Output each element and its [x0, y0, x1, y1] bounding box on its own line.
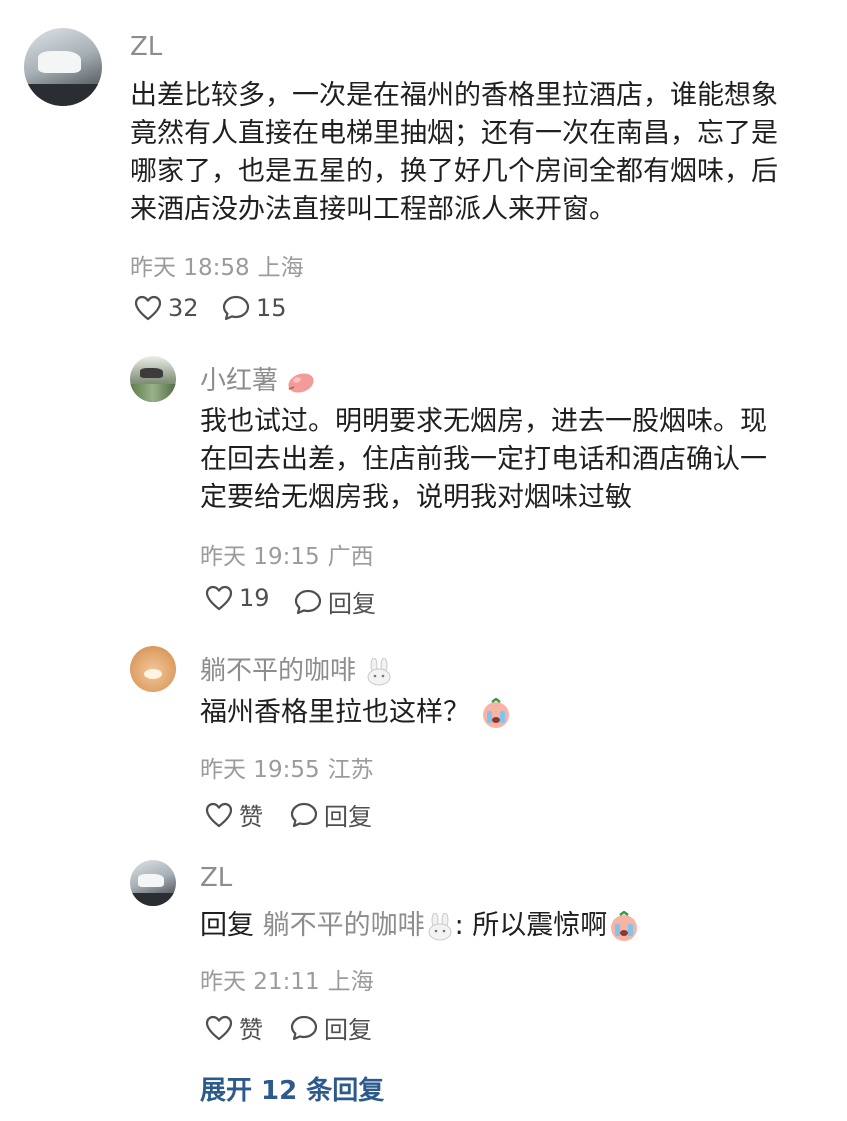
author-name: 躺不平的咖啡	[200, 656, 357, 686]
speech-bubble-icon	[290, 802, 318, 827]
avatar[interactable]	[130, 860, 176, 906]
reply-target-user[interactable]: 躺不平的咖啡	[263, 910, 425, 941]
comment-meta: 昨天 19:55 江苏	[200, 750, 374, 784]
avatar[interactable]	[130, 356, 176, 402]
like-count: 19	[239, 584, 270, 612]
like-button[interactable]: 赞	[205, 1010, 263, 1045]
comment-meta: 昨天 19:15 广西	[200, 537, 374, 571]
comment-time: 昨天 18:58	[130, 255, 250, 281]
comment-author[interactable]: ZL	[200, 863, 232, 893]
comment-text: 出差比较多，一次是在福州的香格里拉酒店，谁能想象 竟然有人直接在电梯里抽烟；还有…	[130, 77, 820, 229]
author-name: 小红薯	[200, 366, 279, 396]
reply-button[interactable]: 回复	[290, 797, 372, 832]
speech-bubble-icon	[294, 589, 322, 614]
rabbit-emoji	[428, 912, 452, 940]
reply-count: 15	[256, 294, 287, 322]
comment-text-line: 在回去出差，住店前我一定打电话和酒店确认一	[200, 444, 767, 475]
comment-time: 昨天 19:55	[200, 757, 320, 783]
speech-bubble-icon	[290, 1015, 318, 1040]
rabbit-emoji	[367, 657, 391, 685]
heart-icon	[205, 1015, 233, 1040]
comment-author[interactable]: 躺不平的咖啡	[200, 650, 394, 687]
like-button[interactable]: 赞	[205, 797, 263, 832]
comment-text-body: : 所以震惊啊	[454, 910, 608, 941]
like-label: 赞	[239, 803, 263, 831]
reply-label: 回复	[324, 803, 372, 831]
comment-text: 我也试过。明明要求无烟房，进去一股烟味。现 在回去出差，住店前我一定打电话和酒店…	[200, 403, 810, 517]
reply-button[interactable]: 15	[222, 294, 287, 322]
comment-time: 昨天 19:15	[200, 544, 320, 570]
comment-location: 广西	[327, 544, 374, 570]
comment-text-body: 福州香格里拉也这样？	[200, 697, 470, 728]
comment-author[interactable]: ZL	[130, 32, 162, 62]
heart-icon	[134, 295, 162, 321]
comment-text-line: 定要给无烟房我，说明我对烟味过敏	[200, 482, 632, 513]
comment-meta: 昨天 21:11 上海	[200, 962, 374, 996]
heart-icon	[205, 802, 233, 827]
comment-text-line: 出差比较多，一次是在福州的香格里拉酒店，谁能想象	[130, 80, 778, 111]
reply-button[interactable]: 回复	[290, 1010, 372, 1045]
comment-text-line: 来酒店没办法直接叫工程部派人来开窗。	[130, 194, 616, 225]
reply-label: 回复	[324, 1016, 372, 1044]
comment-text-line: 我也试过。明明要求无烟房，进去一股烟味。现	[200, 406, 767, 437]
comment-time: 昨天 21:11	[200, 969, 320, 995]
expand-replies-link[interactable]: 展开 12 条回复	[200, 1070, 384, 1107]
like-label: 赞	[239, 1016, 263, 1044]
comment-text: 回复 躺不平的咖啡 : 所以震惊啊	[200, 907, 820, 945]
comment-location: 江苏	[327, 757, 374, 783]
reply-label: 回复	[328, 590, 376, 618]
speech-bubble-icon	[222, 295, 250, 321]
heart-icon	[205, 585, 233, 611]
reply-prefix: 回复	[200, 910, 254, 941]
avatar[interactable]	[24, 28, 102, 106]
like-button[interactable]: 32	[134, 294, 199, 322]
reply-button[interactable]: 回复	[294, 584, 376, 619]
comment-text: 福州香格里拉也这样？	[200, 694, 810, 732]
comment-author[interactable]: 小红薯	[200, 360, 316, 397]
like-count: 32	[168, 294, 199, 322]
comment-text-line: 哪家了，也是五星的，换了好几个房间全都有烟味，后	[130, 156, 778, 187]
comment-location: 上海	[257, 255, 304, 281]
sweet-potato-emoji	[288, 372, 314, 393]
like-button[interactable]: 19	[205, 584, 270, 612]
crying-face-emoji	[482, 697, 509, 728]
comment-meta: 昨天 18:58 上海	[130, 248, 304, 282]
crying-face-emoji	[611, 910, 638, 941]
avatar[interactable]	[130, 646, 176, 692]
comment-location: 上海	[327, 969, 374, 995]
comment-text-line: 竟然有人直接在电梯里抽烟；还有一次在南昌，忘了是	[130, 118, 778, 149]
